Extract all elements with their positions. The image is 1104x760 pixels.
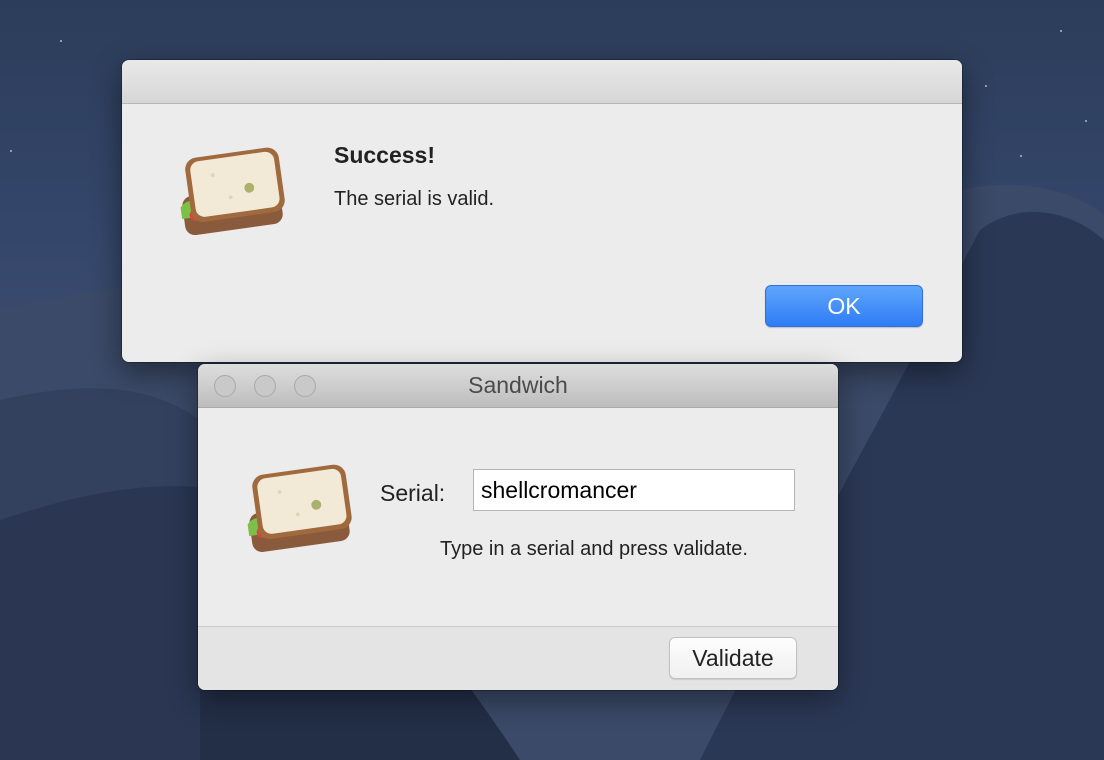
serial-input[interactable] xyxy=(473,469,795,511)
window-titlebar[interactable]: Sandwich xyxy=(198,364,838,408)
sandwich-icon xyxy=(247,464,352,552)
success-alert-dialog: Success! The serial is valid. OK xyxy=(122,60,962,362)
sandwich-icon xyxy=(180,147,285,236)
alert-titlebar xyxy=(122,60,962,104)
ok-button[interactable]: OK xyxy=(765,285,923,327)
sandwich-window: Sandwich Serial: Type in a serial and pr… xyxy=(198,364,838,690)
hint-text: Type in a serial and press validate. xyxy=(440,538,748,560)
validate-button[interactable]: Validate xyxy=(669,637,797,679)
alert-message: The serial is valid. xyxy=(334,188,495,210)
serial-label: Serial: xyxy=(380,480,446,506)
window-title: Sandwich xyxy=(468,372,568,398)
alert-title: Success! xyxy=(334,142,436,168)
